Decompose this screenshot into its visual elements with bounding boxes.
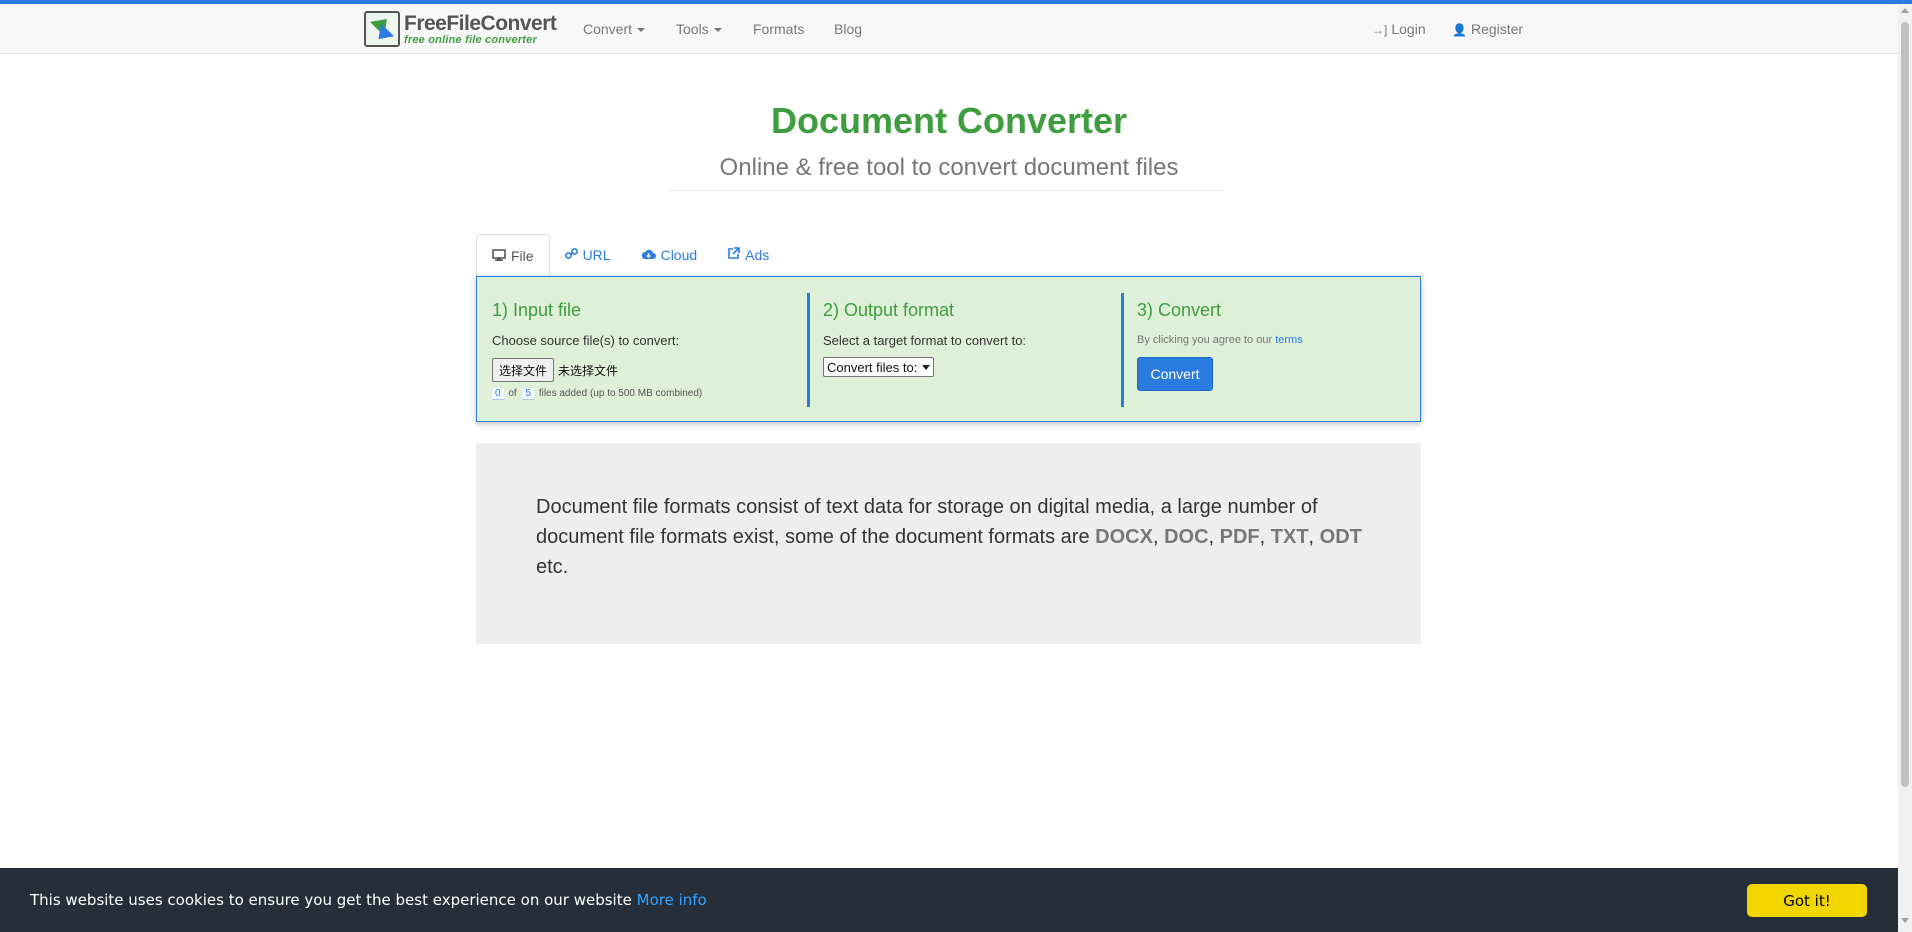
scroll-thumb[interactable] xyxy=(1901,22,1909,787)
navbar: FreeFileConvert free online file convert… xyxy=(0,4,1898,54)
logo-subtitle: free online file converter xyxy=(404,33,537,46)
caret-down-icon xyxy=(713,28,722,33)
tab-url-label: URL xyxy=(582,247,611,263)
chevron-down-icon xyxy=(922,364,931,370)
source-tabs: File URL Cloud Ads xyxy=(476,234,784,276)
output-format-label: Select a target format to convert to: xyxy=(823,333,1027,348)
nav-convert-label: Convert xyxy=(583,21,633,37)
cookie-banner: This website uses cookies to ensure you … xyxy=(0,868,1898,932)
files-max: 5 xyxy=(522,388,535,400)
output-format-title: 2) Output format xyxy=(823,300,955,320)
format-doc: DOC xyxy=(1164,526,1209,548)
output-format-section: 2) Output format Select a target format … xyxy=(807,293,1107,407)
tab-file-label: File xyxy=(511,248,534,264)
nav-convert[interactable]: Convert xyxy=(583,21,646,37)
output-format-value: Convert files to: xyxy=(827,359,918,375)
format-pdf: PDF xyxy=(1219,526,1260,548)
register-label: Register xyxy=(1470,21,1524,37)
cookie-message: This website uses cookies to ensure you … xyxy=(30,891,707,909)
link-icon xyxy=(564,247,578,263)
logo-title: FreeFileConvert xyxy=(404,11,557,35)
nav-blog[interactable]: Blog xyxy=(834,21,862,37)
convert-section: 3) Convert By clicking you agree to our … xyxy=(1121,293,1411,407)
logo-icon xyxy=(364,11,400,47)
files-added-info: 0 of 5 files added (up to 500 MB combine… xyxy=(492,388,792,400)
tab-cloud[interactable]: Cloud xyxy=(626,234,713,276)
input-file-section: 1) Input file Choose source file(s) to c… xyxy=(492,293,792,407)
nav-tools-label: Tools xyxy=(676,21,709,37)
output-format-select[interactable]: Convert files to: xyxy=(823,357,935,377)
convert-button[interactable]: Convert xyxy=(1137,357,1213,391)
input-file-title: 1) Input file xyxy=(492,300,582,320)
tab-cloud-label: Cloud xyxy=(660,247,698,263)
page-subtitle: Online & free tool to convert document f… xyxy=(719,154,1179,181)
files-count: 0 xyxy=(492,388,504,400)
info-text: Document file formats consist of text da… xyxy=(536,496,1362,578)
login-link[interactable]: →] Login xyxy=(1372,21,1426,37)
caret-down-icon xyxy=(637,28,646,33)
tab-url[interactable]: URL xyxy=(550,234,626,276)
scroll-up-arrow-icon[interactable] xyxy=(1901,8,1909,13)
terms-link[interactable]: terms xyxy=(1275,334,1303,346)
files-of: of xyxy=(508,388,517,399)
converter-panel: 1) Input file Choose source file(s) to c… xyxy=(476,276,1421,422)
files-note: files added (up to 500 MB combined) xyxy=(538,388,703,399)
more-info-link[interactable]: More info xyxy=(637,891,707,909)
format-docx: DOCX xyxy=(1095,526,1153,548)
scrollbar[interactable] xyxy=(1898,4,1912,932)
nav-formats[interactable]: Formats xyxy=(753,21,804,37)
login-label: Login xyxy=(1391,21,1426,37)
input-file-label: Choose source file(s) to convert: xyxy=(492,333,680,348)
got-it-button[interactable]: Got it! xyxy=(1747,884,1867,917)
site-logo[interactable]: FreeFileConvert free online file convert… xyxy=(364,10,557,48)
desktop-icon xyxy=(492,248,506,264)
scroll-down-arrow-icon[interactable] xyxy=(1901,918,1909,923)
title-divider xyxy=(669,190,1225,191)
format-odt: ODT xyxy=(1319,526,1362,548)
sign-in-icon: →] xyxy=(1372,23,1388,37)
agree-text: By clicking you agree to our xyxy=(1137,334,1273,346)
register-link[interactable]: 👤 Register xyxy=(1452,21,1523,37)
format-txt: TXT xyxy=(1270,526,1309,548)
external-link-icon xyxy=(727,247,740,263)
file-status: 未选择文件 xyxy=(558,363,619,378)
user-icon: 👤 xyxy=(1452,23,1467,37)
terms-agreement: By clicking you agree to our terms xyxy=(1137,334,1411,346)
tab-ads[interactable]: Ads xyxy=(712,234,784,276)
cookie-text: This website uses cookies to ensure you … xyxy=(30,891,632,909)
page-title: Document Converter xyxy=(770,100,1128,141)
tab-file[interactable]: File xyxy=(476,234,550,276)
cloud-download-icon xyxy=(641,248,656,263)
tab-ads-label: Ads xyxy=(745,247,770,263)
info-box: Document file formats consist of text da… xyxy=(476,443,1421,644)
info-text-after: etc. xyxy=(536,556,569,578)
nav-tools[interactable]: Tools xyxy=(676,21,722,37)
convert-title: 3) Convert xyxy=(1137,300,1222,320)
choose-file-button[interactable]: 选择文件 xyxy=(492,358,555,382)
